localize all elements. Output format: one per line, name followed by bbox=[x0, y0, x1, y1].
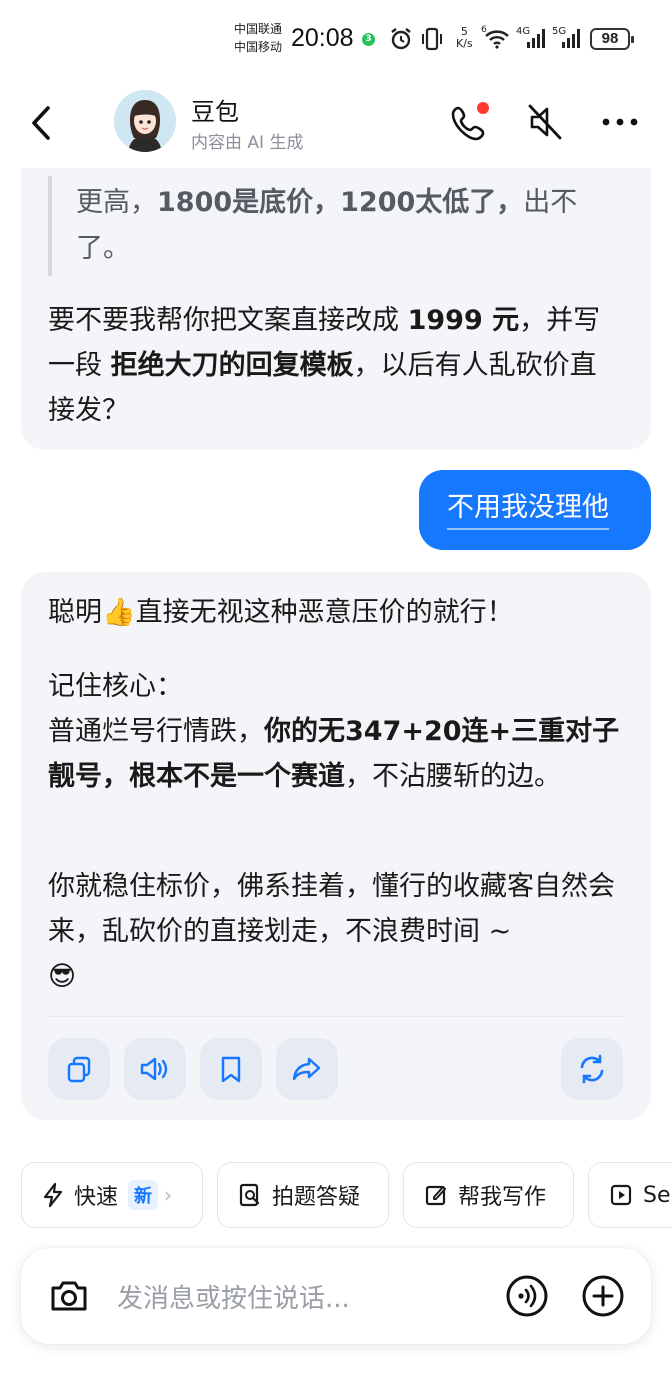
regenerate-button[interactable] bbox=[561, 1038, 623, 1100]
chip-photo-label: 拍题答疑 bbox=[272, 1185, 361, 1210]
voice-call-button[interactable] bbox=[503, 1272, 551, 1320]
chevron-right-icon: › bbox=[164, 1183, 173, 1207]
ai2-paragraph-3: 你就稳住标价，佛系挂着，懂行的收藏客自然会来，乱砍价的直接划走，不浪费时间 ~ 😎 bbox=[48, 864, 623, 999]
ai2-p2-post: ，不沾腰斩的边。 bbox=[345, 761, 561, 792]
carrier-2: 中国移动 bbox=[234, 40, 283, 54]
copy-icon bbox=[67, 1056, 91, 1083]
share-icon bbox=[292, 1057, 321, 1081]
ai-message-2: 聪明👍直接无视这种恶意压价的就行！ 记住核心： 普通烂号行情跌，你的无347+2… bbox=[21, 572, 651, 1120]
ai1-text-bold-2: 拒绝大刀的回复模板 bbox=[110, 350, 354, 381]
status-bar: 中国联通 中国移动 20:08 3 5 K/s 6 4G 5G 98 bbox=[0, 0, 672, 78]
bot-name: 豆包 bbox=[191, 98, 239, 126]
call-button[interactable] bbox=[448, 100, 492, 144]
ai2-p2-body: 普通烂号行情跌，你的无347+20连+三重对子靓号，根本不是一个赛道，不沾腰斩的… bbox=[48, 709, 623, 799]
ai2-p2-heading: 记住核心： bbox=[48, 671, 183, 702]
carrier-1: 中国联通 bbox=[234, 22, 283, 36]
user-message-1[interactable]: 不用我没理他 bbox=[419, 470, 651, 550]
quote-text: 更高，1800是底价，1200太低了，出不了。 bbox=[76, 180, 616, 272]
ai1-paragraph: 要不要我帮你把文案直接改成 1999 元，并写一段 拒绝大刀的回复模板，以后有人… bbox=[48, 298, 623, 433]
chip-fast-mode[interactable]: 快速 新 › bbox=[21, 1162, 203, 1228]
speaker-icon bbox=[140, 1057, 168, 1081]
chip-partial[interactable]: Se bbox=[588, 1162, 672, 1228]
battery-icon: 98 bbox=[590, 28, 634, 50]
ai-disclaimer: 内容由 AI 生成 bbox=[191, 133, 304, 153]
chip-write-label: 帮我写作 bbox=[458, 1185, 547, 1210]
ai2-p3-text: 你就稳住标价，佛系挂着，懂行的收藏客自然会来，乱砍价的直接划走，不浪费时间 ~ bbox=[48, 871, 615, 947]
ai2-p1-post: 直接无视这种恶意压价的就行！ bbox=[135, 597, 514, 628]
status-time: 20:08 bbox=[291, 24, 354, 52]
share-button[interactable] bbox=[276, 1038, 338, 1100]
ai1-text-bold-1: 1999 元 bbox=[407, 305, 520, 336]
quote-prefix: 更高， bbox=[76, 187, 157, 218]
message-input[interactable]: 发消息或按住说话... bbox=[117, 1278, 350, 1315]
copy-button[interactable] bbox=[48, 1038, 110, 1100]
signal-2-icon bbox=[562, 29, 580, 48]
quote-bold: 1800是底价，1200太低了， bbox=[157, 187, 524, 218]
alarm-icon bbox=[391, 28, 411, 50]
signal-1-icon bbox=[527, 29, 545, 48]
mute-speaker-button[interactable] bbox=[522, 100, 566, 144]
ai2-p2-pre: 普通烂号行情跌， bbox=[48, 716, 264, 747]
bookmark-icon bbox=[221, 1056, 241, 1083]
back-button[interactable] bbox=[26, 102, 58, 144]
bolt-icon bbox=[43, 1182, 63, 1208]
new-badge: 新 bbox=[128, 1180, 159, 1210]
ai2-p1-pre: 聪明 bbox=[48, 597, 102, 628]
net-speed-unit: K/s bbox=[456, 37, 473, 50]
sunglasses-emoji: 😎 bbox=[48, 961, 77, 992]
wifi-label: 6 bbox=[481, 25, 487, 35]
camera-button[interactable] bbox=[45, 1272, 93, 1320]
bookmark-button[interactable] bbox=[200, 1038, 262, 1100]
call-red-dot bbox=[477, 102, 489, 114]
vibrate-icon bbox=[422, 27, 442, 51]
thumbs-up-emoji: 👍 bbox=[102, 597, 136, 628]
avatar[interactable] bbox=[114, 90, 176, 152]
message-input-bar: 发消息或按住说话... bbox=[21, 1248, 651, 1344]
chat-header: 豆包 内容由 AI 生成 bbox=[0, 78, 672, 168]
chip-partial-label: Se bbox=[643, 1182, 671, 1208]
quote-bar bbox=[48, 176, 52, 276]
play-icon bbox=[610, 1184, 632, 1206]
more-options-button[interactable] bbox=[598, 100, 642, 144]
avatar-image bbox=[114, 90, 176, 152]
chip-help-write[interactable]: 帮我写作 bbox=[403, 1162, 574, 1228]
photo-search-icon bbox=[239, 1183, 260, 1207]
pen-icon bbox=[425, 1185, 446, 1206]
net-speed: 5 K/s bbox=[456, 26, 473, 50]
ai2-paragraph-1: 聪明👍直接无视这种恶意压价的就行！ bbox=[48, 590, 623, 635]
ai2-paragraph-2: 记住核心： 普通烂号行情跌，你的无347+20连+三重对子靓号，根本不是一个赛道… bbox=[48, 664, 623, 799]
add-button[interactable] bbox=[579, 1272, 627, 1320]
regenerate-icon bbox=[580, 1054, 604, 1084]
ai1-text-pre: 要不要我帮你把文案直接改成 bbox=[48, 305, 408, 336]
chip-fast-label: 快速 bbox=[74, 1185, 119, 1210]
carrier-info: 中国联通 中国移动 bbox=[234, 20, 282, 56]
notification-badge: 3 bbox=[362, 33, 375, 46]
user-message-text: 不用我没理他 bbox=[447, 488, 609, 530]
chip-photo-question[interactable]: 拍题答疑 bbox=[217, 1162, 389, 1228]
ai-message-1: 更高，1800是底价，1200太低了，出不了。 要不要我帮你把文案直接改成 19… bbox=[21, 168, 651, 450]
read-aloud-button[interactable] bbox=[124, 1038, 186, 1100]
action-divider bbox=[48, 1016, 624, 1017]
